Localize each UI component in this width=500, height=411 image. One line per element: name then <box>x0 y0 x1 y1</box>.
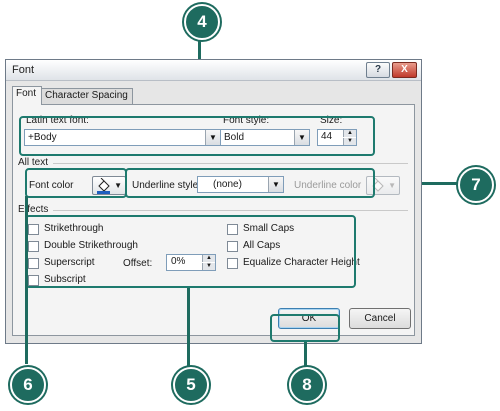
tab-character-spacing[interactable]: Character Spacing <box>41 88 133 104</box>
effects-highlight <box>25 215 356 288</box>
callout-6-badge: 6 <box>10 367 46 403</box>
tab-font[interactable]: Font <box>12 86 42 105</box>
all-text-heading: All text <box>18 157 49 168</box>
effects-divider <box>53 210 408 211</box>
help-button[interactable]: ? <box>366 62 390 78</box>
callout-6-line <box>25 196 28 364</box>
callout-5-line <box>187 288 190 366</box>
callout-5-badge: 5 <box>173 367 209 403</box>
chevron-down-icon: ▼ <box>388 181 396 190</box>
dialog-title: Font <box>12 64 35 76</box>
font-dialog: Font ? X Font Character Spacing Latin te… <box>5 59 422 344</box>
dialog-titlebar: Font ? X <box>6 60 421 81</box>
font-color-highlight <box>25 168 127 198</box>
all-text-divider <box>53 163 408 164</box>
font-row-highlight <box>19 116 375 156</box>
callout-7-badge: 7 <box>458 167 494 203</box>
callout-4-badge: 4 <box>184 4 220 40</box>
ok-button-highlight <box>270 314 340 342</box>
effects-heading: Effects <box>18 204 49 215</box>
callout-8-badge: 8 <box>289 367 325 403</box>
callout-8-line <box>304 342 307 368</box>
close-button[interactable]: X <box>392 62 417 78</box>
underline-highlight <box>125 168 375 198</box>
cancel-button[interactable]: Cancel <box>349 308 411 329</box>
